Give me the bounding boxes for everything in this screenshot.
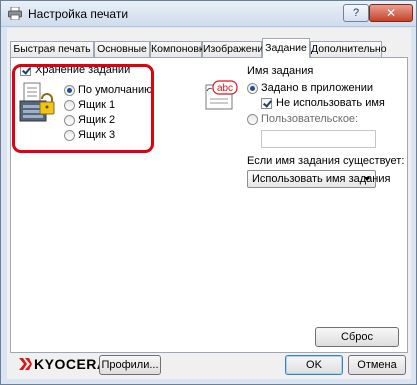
ok-button[interactable]: OK <box>285 355 343 375</box>
job-name-icon-text: abc <box>217 83 233 94</box>
tab-label: Компоновка <box>151 43 210 55</box>
close-button[interactable]: ✕ <box>369 4 413 22</box>
job-name-document-icon: abc <box>205 80 238 110</box>
tab-label: Основные <box>97 43 147 55</box>
tab-images[interactable]: Изображения <box>202 41 269 57</box>
print-settings-window: Настройка печати ? ✕ Быстрая печать Осно… <box>0 0 417 385</box>
printer-icon <box>8 7 22 20</box>
tab-label: Дополнительно <box>311 43 387 55</box>
tab-job[interactable]: Задание <box>262 38 310 58</box>
title-bar: Настройка печати ? ✕ <box>1 1 416 27</box>
chevron-down-icon <box>364 177 370 181</box>
job-storage-highlight-frame <box>12 64 154 153</box>
reset-button[interactable]: Сброс <box>315 327 399 347</box>
tab-layout[interactable]: Компоновка <box>150 41 210 57</box>
tab-label: Изображения <box>203 43 269 55</box>
tab-advanced[interactable]: Дополнительно <box>310 41 387 57</box>
tab-basic[interactable]: Основные <box>94 41 150 57</box>
name-exists-dropdown[interactable]: Использовать имя задания <box>247 170 390 188</box>
tab-label: Задание <box>265 42 307 54</box>
custom-name-radio[interactable] <box>247 114 258 125</box>
name-from-app-radio[interactable] <box>247 83 258 94</box>
tab-label: Быстрая печать <box>13 43 91 55</box>
help-button[interactable]: ? <box>343 4 369 22</box>
tab-quick-print[interactable]: Быстрая печать <box>10 41 94 57</box>
cancel-button[interactable]: Отмена <box>348 355 406 375</box>
custom-name-label: Пользовательское: <box>261 113 359 125</box>
window-title: Настройка печати <box>28 7 129 21</box>
name-exists-label: Если имя задания существует: <box>247 155 405 167</box>
brand-logo-text: KYOCERA <box>34 356 108 372</box>
profiles-button[interactable]: Профили... <box>99 355 161 375</box>
dont-use-name-label: Не использовать имя <box>276 97 385 109</box>
custom-name-input[interactable] <box>261 130 376 148</box>
dont-use-name-checkbox[interactable] <box>261 98 272 109</box>
name-from-app-label: Задано в приложении <box>261 82 374 94</box>
kyocera-logo-icon <box>19 358 32 370</box>
job-name-heading: Имя задания <box>247 65 314 77</box>
